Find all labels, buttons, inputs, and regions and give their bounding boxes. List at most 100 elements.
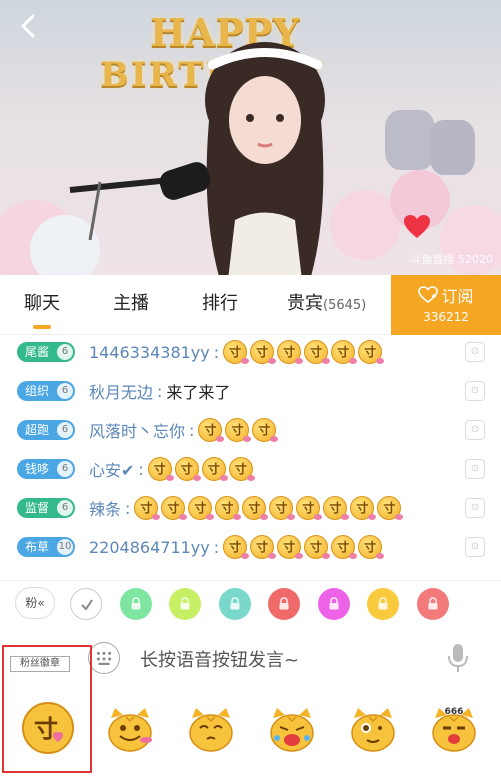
fan-emoji-icon: 寸: [201, 457, 228, 481]
chat-message[interactable]: 监督 6 辣条: 寸寸寸寸寸寸寸寸寸寸 ⊙: [0, 491, 501, 525]
color-option-locked[interactable]: [416, 588, 449, 620]
fan-badge-name: 尾酱: [25, 345, 50, 359]
tab-ranking[interactable]: 排行: [202, 275, 238, 335]
message-action-icon[interactable]: ⊙: [465, 420, 485, 440]
chat-message-list[interactable]: 尾酱 6 1446334381yy: 寸寸寸寸寸寸 ⊙ 组织 6 秋月无边: 来了来了 ⊙ 超跑 6 风…: [0, 335, 501, 575]
vip-count: (5645): [323, 298, 367, 313]
fan-emoji-icon: 寸: [269, 496, 296, 520]
chat-username[interactable]: 秋月无边: [89, 379, 153, 403]
fan-badge[interactable]: 监督 6: [17, 498, 75, 518]
fan-badge[interactable]: 钱哆 6: [17, 459, 75, 479]
video-watermark: 斗鱼直播 52020: [410, 253, 494, 266]
fan-emoji-icon: 寸: [225, 418, 252, 442]
fan-emoji-icon: 寸: [331, 340, 358, 364]
message-action-icon[interactable]: ⊙: [465, 342, 485, 362]
fan-emoji-icon: 寸: [323, 496, 350, 520]
heart-icon[interactable]: [403, 214, 431, 240]
message-action-icon[interactable]: ⊙: [465, 459, 485, 479]
fan-badge-toggle-button[interactable]: 粉«: [15, 587, 55, 619]
tab-vip[interactable]: 贵宾(5645): [287, 275, 366, 335]
lock-icon: [428, 597, 437, 610]
color-option-locked[interactable]: [218, 588, 251, 620]
fan-emoji-icon: 寸: [350, 496, 377, 520]
cat-wink-emoji[interactable]: [349, 706, 397, 754]
cat-smile-emoji[interactable]: [187, 706, 235, 754]
color-option-locked[interactable]: [169, 588, 201, 620]
fan-badge-label: 粉丝徽章: [10, 656, 70, 672]
fan-badge-level: 6: [57, 383, 73, 399]
chat-message[interactable]: 组织 6 秋月无边: 来了来了 ⊙: [0, 374, 501, 408]
chat-username[interactable]: 心安✔: [89, 457, 134, 481]
message-action-icon[interactable]: ⊙: [465, 498, 485, 518]
chat-username[interactable]: 2204864711yy: [89, 538, 210, 557]
chat-username[interactable]: 1446334381yy: [89, 343, 210, 362]
lock-icon: [230, 597, 239, 610]
fan-emoji-icon: 寸: [304, 340, 331, 364]
chat-message[interactable]: 钱哆 6 心安✔: 寸寸寸寸 ⊙: [0, 452, 501, 486]
checkmark-icon: [81, 599, 93, 611]
chat-separator: :: [189, 420, 195, 440]
fan-emoji-icon: 寸: [174, 457, 201, 481]
chat-separator: :: [157, 381, 163, 401]
fan-badge[interactable]: 超跑 6: [17, 420, 75, 440]
lock-icon: [378, 597, 388, 610]
fan-emoji-icon: 寸: [296, 496, 323, 520]
cat-kiss-emoji[interactable]: [106, 706, 154, 754]
fan-emoji-icon: 寸: [304, 535, 331, 559]
chat-separator: :: [213, 537, 220, 557]
fan-badge-level: 6: [57, 500, 73, 516]
subscribe-button[interactable]: 订阅 336212: [391, 275, 501, 335]
tab-host-label: 主播: [113, 293, 149, 314]
chat-message[interactable]: 尾酱 6 1446334381yy: 寸寸寸寸寸寸 ⊙: [0, 335, 501, 369]
lock-icon: [329, 597, 338, 610]
fan-badge[interactable]: 布草 10: [17, 537, 75, 557]
chat-separator: :: [213, 342, 220, 362]
chat-separator: :: [125, 498, 131, 518]
color-option-locked[interactable]: [119, 588, 152, 620]
color-option-locked[interactable]: [268, 588, 300, 620]
microphone-stand: [69, 162, 211, 240]
fan-emoji-icon: 寸: [228, 457, 255, 481]
chat-message[interactable]: 布草 10 2204864711yy: 寸寸寸寸寸寸 ⊙: [0, 530, 501, 564]
svg-text:寸: 寸: [34, 715, 58, 743]
chat-emoji-group: 寸寸寸: [198, 418, 279, 442]
tab-ranking-label: 排行: [202, 293, 238, 314]
fan-emoji-icon: 寸: [277, 535, 304, 559]
fan-badge-name: 钱哆: [25, 462, 50, 476]
message-action-icon[interactable]: ⊙: [465, 381, 485, 401]
fan-badge-emoji[interactable]: 寸: [20, 700, 76, 756]
color-option-locked[interactable]: [367, 588, 399, 620]
chat-emoji-group: 寸寸寸寸寸寸: [223, 535, 385, 559]
keyboard-icon[interactable]: [88, 642, 120, 674]
message-action-icon[interactable]: ⊙: [465, 537, 485, 557]
room-tab-bar: 聊天 主播 排行 贵宾(5645) 订阅 336212: [0, 275, 501, 335]
fan-emoji-icon: 寸: [250, 340, 277, 364]
fan-emoji-icon: 寸: [161, 496, 188, 520]
fan-emoji-icon: 寸: [134, 496, 161, 520]
tab-chat[interactable]: 聊天: [24, 275, 60, 335]
color-option-default[interactable]: [70, 588, 102, 620]
fan-badge[interactable]: 组织 6: [17, 381, 75, 401]
fan-badge-level: 6: [57, 344, 73, 360]
hold-to-talk-button[interactable]: 长按语音按钮发言~: [140, 646, 299, 672]
back-icon[interactable]: [14, 12, 42, 40]
chat-emoji-group: 寸寸寸寸寸寸寸寸寸寸: [134, 496, 404, 520]
microphone-icon[interactable]: [446, 642, 470, 674]
subscriber-count: 336212: [423, 310, 469, 324]
chat-emoji-group: 寸寸寸寸寸寸: [223, 340, 385, 364]
live-video-player[interactable]: HAPPY BIRTHDAY 斗鱼直播 52020: [0, 0, 501, 275]
chat-username[interactable]: 风落时丶忘你: [89, 418, 185, 442]
chat-separator: :: [138, 459, 144, 479]
color-option-locked[interactable]: [317, 588, 350, 620]
tab-host[interactable]: 主播: [113, 275, 149, 335]
fan-badge[interactable]: 尾酱 6: [17, 342, 75, 362]
fan-emoji-icon: 寸: [252, 418, 279, 442]
fan-badge-level: 6: [57, 461, 73, 477]
chat-username[interactable]: 辣条: [89, 496, 121, 520]
cat-cry-emoji[interactable]: [268, 706, 316, 754]
plush-toy: [385, 110, 435, 170]
fan-badge-level: 10: [57, 539, 73, 555]
fan-badge-name: 布草: [25, 540, 50, 554]
chat-message[interactable]: 超跑 6 风落时丶忘你: 寸寸寸 ⊙: [0, 413, 501, 447]
cat-666-emoji[interactable]: 666: [430, 706, 478, 754]
